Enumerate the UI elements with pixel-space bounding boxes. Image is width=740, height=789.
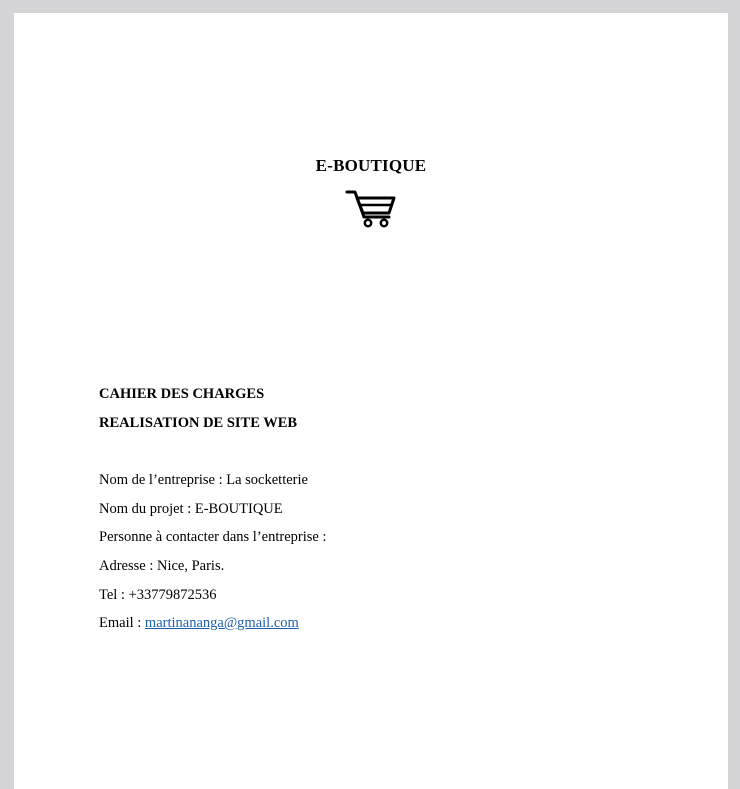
- company-name-line: Nom de l’entreprise : La socketterie: [99, 472, 308, 488]
- project-name-line: Nom du projet : E-BOUTIQUE: [99, 501, 283, 517]
- address-line: Adresse : Nice, Paris.: [99, 558, 225, 574]
- email-label: Email :: [99, 615, 145, 631]
- contact-person-line: Personne à contacter dans l’entreprise :: [99, 529, 327, 545]
- document-title: E-BOUTIQUE: [315, 156, 427, 175]
- email-line: Email : martinananga@gmail.com: [99, 614, 299, 632]
- phone-line: Tel : +33779872536: [99, 587, 217, 603]
- heading-realisation-site-web: REALISATION DE SITE WEB: [99, 415, 298, 431]
- email-link[interactable]: martinananga@gmail.com: [145, 615, 299, 631]
- shopping-cart-icon: [345, 190, 396, 228]
- document-page: E-BOUTIQUE CAHIER DES CHARGES REALISATIO…: [14, 13, 728, 789]
- heading-cahier-des-charges: CAHIER DES CHARGES: [99, 386, 265, 402]
